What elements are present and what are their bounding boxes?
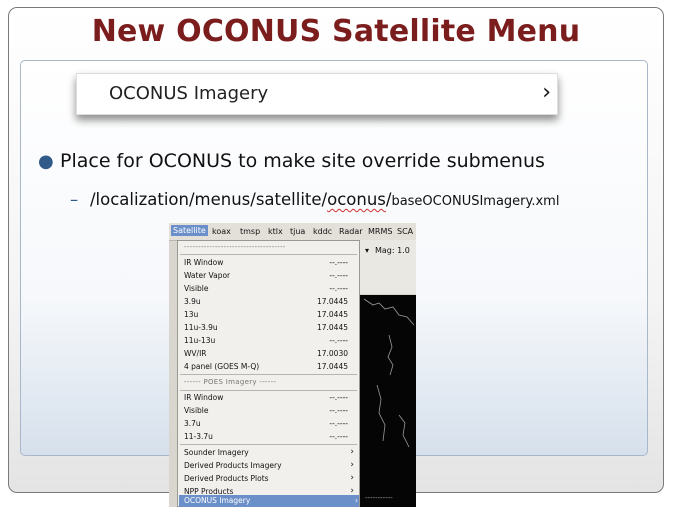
menu-item-label: 11u-3.9u	[184, 323, 218, 332]
menu-item[interactable]: IR Window --.----	[184, 256, 354, 269]
menu-item-label: WV/IR	[184, 349, 207, 358]
menu-item-label: 11u-13u	[184, 336, 216, 345]
oconus-imagery-banner: OCONUS Imagery ›	[76, 73, 558, 115]
banner-label: OCONUS Imagery	[109, 83, 269, 104]
menu-item-label: Derived Products Plots	[184, 474, 269, 483]
chevron-right-icon: ›	[542, 80, 551, 105]
menu-item-value: 17.0445	[316, 362, 348, 371]
menu-satellite[interactable]: Satellite	[171, 225, 208, 236]
menu-item-value: --.----	[329, 258, 348, 267]
menu-item-label: Water Vapor	[184, 271, 231, 280]
menu-item[interactable]: 11u-13u --.----	[184, 334, 354, 347]
menu-item-label: OCONUS Imagery	[184, 496, 251, 505]
menu-item[interactable]: Visible --.----	[184, 282, 354, 295]
menu-mrms[interactable]: MRMS	[368, 227, 392, 236]
satellite-dropdown-menu: ------------------------------------ IR …	[177, 240, 360, 507]
menu-item-value: 17.0030	[316, 349, 348, 358]
menu-item[interactable]: 3.9u 17.0445	[184, 295, 354, 308]
menu-item[interactable]: WV/IR 17.0030	[184, 347, 354, 360]
menu-item-value: --.----	[329, 393, 348, 402]
menu-dashed-separator: ------------------------------------	[184, 243, 286, 251]
submenu-placeholder: -----------	[365, 494, 393, 502]
menu-item-value: --.----	[329, 336, 348, 345]
menu-item-label: 11-3.7u	[184, 432, 213, 441]
toolbar: ▾ Mag: 1.0	[359, 240, 416, 294]
submenu-derived-products-imagery[interactable]: Derived Products Imagery ›	[184, 459, 354, 472]
menu-item-value: 17.0445	[316, 323, 348, 332]
menu-item-label: 13u	[184, 310, 199, 319]
menu-separator	[180, 374, 357, 375]
submenu-oconus-imagery[interactable]: OCONUS Imagery ›	[179, 495, 359, 507]
menu-item[interactable]: Visible --.----	[184, 404, 354, 417]
cave-menu-screenshot: Satellite koax tmsp ktlx tjua kddc Radar…	[169, 223, 416, 507]
poes-header: ------ POES Imagery ------	[184, 378, 277, 386]
menu-item-label: Sounder Imagery	[184, 448, 249, 457]
chevron-right-icon: ›	[350, 447, 354, 457]
sub-bullet: –/localization/menus/satellite/oconus/ba…	[70, 190, 559, 209]
menu-item[interactable]: 3.7u --.----	[184, 417, 354, 430]
menu-item-value: 17.0445	[316, 310, 348, 319]
menu-item-label: Derived Products Imagery	[184, 461, 282, 470]
menu-item-value: --.----	[329, 271, 348, 280]
chevron-right-icon: ›	[355, 496, 358, 505]
chevron-right-icon: ›	[350, 473, 354, 483]
menu-item-label: IR Window	[184, 393, 224, 402]
bullet-point: ● Place for OCONUS to make site override …	[38, 150, 545, 172]
submenu-sounder-imagery[interactable]: Sounder Imagery ›	[184, 446, 354, 459]
menu-item[interactable]: IR Window --.----	[184, 391, 354, 404]
menu-item-label: 3.9u	[184, 297, 201, 306]
slide-title: New OCONUS Satellite Menu	[91, 14, 581, 49]
menu-koax[interactable]: koax	[212, 227, 231, 236]
path-prefix: /localization/menus/satellite/	[90, 190, 328, 209]
menu-tjua[interactable]: tjua	[290, 227, 305, 236]
menu-item[interactable]: 4 panel (GOES M-Q) 17.0445	[184, 360, 354, 373]
bullet-dot-icon: ●	[38, 151, 54, 172]
menu-item[interactable]: 11-3.7u --.----	[184, 430, 354, 443]
menu-tmsp[interactable]: tmsp	[240, 227, 260, 236]
mag-label[interactable]: Mag: 1.0	[375, 246, 410, 255]
menu-ktlx[interactable]: ktlx	[268, 227, 283, 236]
menu-sca[interactable]: SCA	[397, 227, 413, 236]
menu-separator	[180, 254, 357, 255]
path-file: baseOCONUSImagery.xml	[391, 194, 560, 209]
menu-item-value: --.----	[329, 406, 348, 415]
menu-item-value: 17.0445	[316, 297, 348, 306]
menu-item-label: 4 panel (GOES M-Q)	[184, 362, 260, 371]
menu-item-label: IR Window	[184, 258, 224, 267]
menu-item[interactable]: 11u-3.9u 17.0445	[184, 321, 354, 334]
submenu-derived-products-plots[interactable]: Derived Products Plots ›	[184, 472, 354, 485]
chevron-right-icon: ›	[350, 460, 354, 470]
menu-bar: Satellite koax tmsp ktlx tjua kddc Radar…	[169, 223, 416, 241]
menu-item-value: --.----	[329, 284, 348, 293]
menu-kddc[interactable]: kddc	[313, 227, 332, 236]
menu-item[interactable]: 13u 17.0445	[184, 308, 354, 321]
menu-separator	[180, 444, 357, 445]
menu-item-label: Visible	[184, 284, 209, 293]
menu-item-label: 3.7u	[184, 419, 201, 428]
menu-radar[interactable]: Radar	[339, 227, 363, 236]
sub-bullet-dash: –	[70, 190, 79, 209]
menu-item-label: Visible	[184, 406, 209, 415]
menu-item-value: --.----	[329, 432, 348, 441]
bullet-text: Place for OCONUS to make site override s…	[60, 150, 545, 172]
toolbar-dropdown-icon[interactable]: ▾	[365, 246, 369, 255]
menu-item[interactable]: Water Vapor --.----	[184, 269, 354, 282]
path-oconus: oconus	[327, 190, 386, 209]
menu-item-value: --.----	[329, 419, 348, 428]
coastline-map	[363, 298, 415, 448]
